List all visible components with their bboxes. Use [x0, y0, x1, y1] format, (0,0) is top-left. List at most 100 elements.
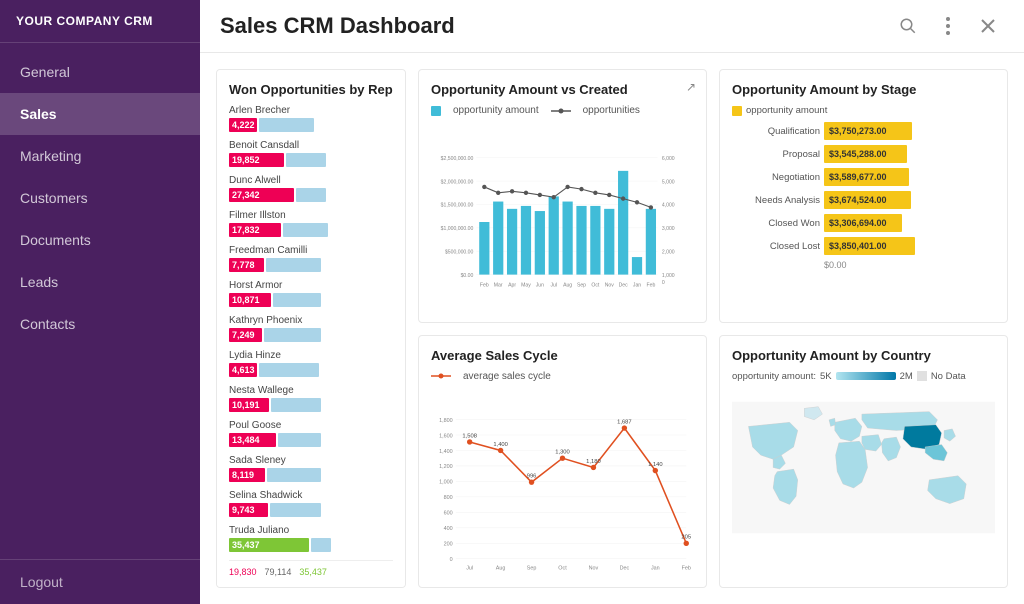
svg-text:1,400: 1,400 — [439, 448, 453, 454]
bar-blue — [259, 118, 314, 132]
svg-text:Nov: Nov — [605, 282, 615, 288]
svg-text:Aug: Aug — [563, 282, 572, 288]
stage-label: Closed Won — [732, 218, 820, 229]
rep-bars: 7,778 — [229, 258, 393, 272]
won-opps-title: Won Opportunities by Rep — [229, 82, 393, 97]
bar-value: 9,743 — [232, 505, 255, 515]
sidebar-item-leads[interactable]: Leads — [0, 261, 200, 303]
svg-text:400: 400 — [444, 526, 453, 532]
bar-value: 4,613 — [232, 365, 255, 375]
rep-row: Horst Armor10,871 — [229, 280, 393, 307]
svg-text:0: 0 — [450, 557, 453, 563]
bar-blue — [311, 538, 331, 552]
opp-by-country-card: Opportunity Amount by Country opportunit… — [719, 335, 1008, 589]
stage-legend-label: opportunity amount — [746, 105, 827, 116]
bar-red: 27,342 — [229, 188, 294, 202]
svg-text:Jul: Jul — [466, 565, 473, 571]
rep-name: Kathryn Phoenix — [229, 315, 393, 326]
sidebar-item-sales[interactable]: Sales — [0, 93, 200, 135]
stage-value: $3,850,401.00 — [829, 241, 887, 251]
bar-red: 17,832 — [229, 223, 281, 237]
stage-bar: $3,545,288.00 — [824, 145, 907, 163]
svg-text:Sep: Sep — [577, 282, 586, 288]
sidebar-logo: YOUR COMPANY CRM — [0, 0, 200, 43]
svg-text:Dec: Dec — [619, 282, 629, 288]
stage-bar: $3,674,524.00 — [824, 191, 911, 209]
filter-button[interactable] — [892, 10, 924, 42]
rep-bars: 13,484 — [229, 433, 393, 447]
rep-name: Lydia Hinze — [229, 350, 393, 361]
rep-row: Truda Juliano 35,437 — [229, 525, 393, 552]
svg-text:Aug: Aug — [496, 565, 506, 571]
opp-by-country-title: Opportunity Amount by Country — [732, 348, 995, 363]
svg-text:200: 200 — [444, 541, 453, 547]
svg-text:1,687: 1,687 — [617, 419, 632, 425]
reps-list: Arlen Brecher4,222Benoit Cansdall19,852D… — [229, 105, 393, 552]
country-no-data: No Data — [931, 371, 966, 382]
rep-bars: 10,191 — [229, 398, 393, 412]
logout-button[interactable]: Logout — [0, 559, 200, 604]
close-button[interactable] — [972, 10, 1004, 42]
bar-blue — [270, 503, 321, 517]
bar-red: 9,743 — [229, 503, 268, 517]
rep-name: Selina Shadwick — [229, 490, 393, 501]
rep-row: Nesta Wallege10,191 — [229, 385, 393, 412]
country-legend-label: opportunity amount: — [732, 371, 816, 382]
svg-text:Jun: Jun — [536, 282, 544, 288]
sidebar-nav: GeneralSalesMarketingCustomersDocumentsL… — [0, 43, 200, 559]
bar-value: 7,249 — [232, 330, 255, 340]
bar-red: 7,249 — [229, 328, 262, 342]
bar-blue — [271, 398, 321, 412]
world-map — [732, 390, 995, 545]
opp-vs-created-title: Opportunity Amount vs Created — [431, 82, 694, 97]
bar-value: 27,342 — [232, 190, 260, 200]
svg-text:800: 800 — [444, 495, 453, 501]
avg-sales-cycle-chart: 1,800 1,600 1,400 1,200 1,000 800 600 40… — [431, 388, 694, 589]
legend-bar-dot — [431, 106, 441, 116]
bar-red: 10,871 — [229, 293, 271, 307]
sidebar-item-contacts[interactable]: Contacts — [0, 303, 200, 345]
bar-value: 19,852 — [232, 155, 260, 165]
legend-line-label: opportunities — [583, 105, 640, 116]
sidebar-item-marketing[interactable]: Marketing — [0, 135, 200, 177]
svg-text:1,000: 1,000 — [439, 479, 453, 485]
bar-blue — [283, 223, 328, 237]
stage-value: $3,750,273.00 — [829, 126, 887, 136]
stage-label: Qualification — [732, 126, 820, 137]
svg-text:1,508: 1,508 — [462, 433, 477, 439]
rep-bars: 35,437 — [229, 538, 393, 552]
sidebar-item-customers[interactable]: Customers — [0, 177, 200, 219]
stage-label: Proposal — [732, 149, 820, 160]
svg-text:$500,000.00: $500,000.00 — [445, 249, 474, 255]
rep-name: Truda Juliano — [229, 525, 393, 536]
rep-row: Freedman Camilli 7,778 — [229, 245, 393, 272]
stage-legend-dot — [732, 106, 742, 116]
more-button[interactable] — [932, 10, 964, 42]
page-title: Sales CRM Dashboard — [220, 13, 455, 39]
sidebar-item-documents[interactable]: Documents — [0, 219, 200, 261]
stage-row: Closed Lost$3,850,401.00 — [732, 237, 995, 255]
opp-vs-created-chart: $2,500,000.00 $2,000,000.00 $1,500,000.0… — [431, 122, 694, 322]
bar-blue — [266, 258, 321, 272]
bar-blue — [267, 468, 321, 482]
bar-value: 8,119 — [232, 470, 254, 480]
rep-bars: 17,832 — [229, 223, 393, 237]
svg-text:$2,000,000.00: $2,000,000.00 — [441, 179, 474, 185]
svg-text:May: May — [521, 282, 531, 288]
sidebar-item-general[interactable]: General — [0, 51, 200, 93]
rep-name: Benoit Cansdall — [229, 140, 393, 151]
expand-icon[interactable]: ↗ — [686, 80, 696, 94]
bar-value: 13,484 — [232, 435, 260, 445]
rep-name: Dunc Alwell — [229, 175, 393, 186]
svg-text:Mar: Mar — [494, 282, 503, 288]
avg-sales-cycle-title: Average Sales Cycle — [431, 348, 694, 363]
rep-row: Kathryn Phoenix 7,249 — [229, 315, 393, 342]
svg-text:$1,000,000.00: $1,000,000.00 — [441, 226, 474, 232]
svg-text:Feb: Feb — [646, 282, 655, 288]
svg-text:205: 205 — [681, 534, 691, 540]
stage-row: Negotiation$3,589,677.00 — [732, 168, 995, 186]
bar-value: 10,191 — [232, 400, 260, 410]
rep-name: Freedman Camilli — [229, 245, 393, 256]
won-opps-card: Won Opportunities by Rep Arlen Brecher4,… — [216, 69, 406, 588]
svg-text:Dec: Dec — [620, 565, 630, 571]
